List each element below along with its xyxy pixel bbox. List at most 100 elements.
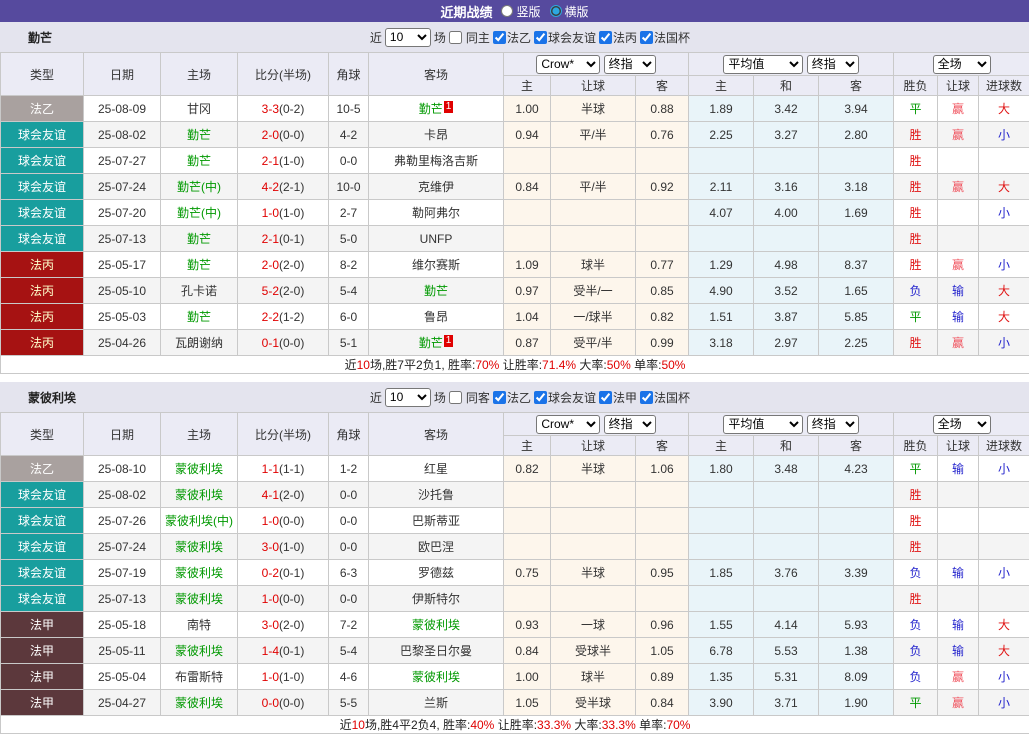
match-row: 球会友谊25-07-19蒙彼利埃0-2(0-1)6-3罗德兹0.75半球0.95… bbox=[1, 560, 1029, 586]
asian-home-odds bbox=[504, 226, 551, 252]
goals-result: 大 bbox=[979, 278, 1029, 304]
result-char: 胜 bbox=[910, 258, 922, 272]
league-filter-checkbox[interactable] bbox=[534, 31, 547, 44]
score-fulltime: 2-1 bbox=[262, 232, 279, 246]
league-filter[interactable]: 法甲 bbox=[599, 389, 637, 406]
league-filter[interactable]: 球会友谊 bbox=[534, 389, 596, 406]
score-cell: 5-2(2-0) bbox=[238, 278, 329, 304]
asian-away-odds bbox=[636, 586, 689, 612]
corner-count: 4-2 bbox=[329, 122, 369, 148]
league-filter-checkbox[interactable] bbox=[599, 31, 612, 44]
league-filter-checkbox[interactable] bbox=[493, 391, 506, 404]
goals-result bbox=[979, 586, 1029, 612]
away-team: 勤芒1 bbox=[369, 330, 504, 356]
result-char: 胜 bbox=[910, 180, 922, 194]
league-filter[interactable]: 法丙 bbox=[599, 29, 637, 46]
euro-home-odds bbox=[689, 482, 754, 508]
league-filter[interactable]: 法国杯 bbox=[640, 29, 690, 46]
asian-handicap-line: 球半 bbox=[551, 252, 636, 278]
euro-odds-index-select[interactable]: 终指 bbox=[807, 415, 859, 434]
asian-handicap-line: 受半球 bbox=[551, 690, 636, 716]
euro-draw-odds bbox=[754, 534, 819, 560]
asian-home-odds bbox=[504, 482, 551, 508]
layout-radio-vertical[interactable] bbox=[501, 5, 513, 17]
score-halftime: (0-1) bbox=[279, 232, 304, 246]
league-filter-checkbox[interactable] bbox=[534, 391, 547, 404]
league-filter-checkbox[interactable] bbox=[493, 31, 506, 44]
summary-highlight: 40% bbox=[470, 718, 494, 732]
asian-odds-index-select[interactable]: 终指 bbox=[604, 55, 656, 74]
league-filter[interactable]: 球会友谊 bbox=[534, 29, 596, 46]
score-fulltime: 1-0 bbox=[262, 670, 279, 684]
summary-text: 场,胜4平2负4, 胜率: bbox=[365, 718, 470, 732]
corner-count: 10-5 bbox=[329, 96, 369, 122]
outcome-result: 胜 bbox=[894, 534, 938, 560]
score-halftime: (0-0) bbox=[279, 592, 304, 606]
match-row: 球会友谊25-07-13勤芒2-1(0-1)5-0UNFP胜 bbox=[1, 226, 1029, 252]
score-cell: 2-1(1-0) bbox=[238, 148, 329, 174]
goals-result: 小 bbox=[979, 330, 1029, 356]
league-badge: 球会友谊 bbox=[1, 586, 84, 612]
match-row: 球会友谊25-07-26蒙彼利埃(中)1-0(0-0)0-0巴斯蒂亚胜 bbox=[1, 508, 1029, 534]
recent-count-select[interactable]: 10 bbox=[385, 388, 431, 407]
col-header-asian-line: 让球 bbox=[551, 76, 636, 96]
team-label: 勤芒 bbox=[187, 232, 211, 246]
asian-home-odds bbox=[504, 534, 551, 560]
same-venue-checkbox[interactable] bbox=[449, 391, 462, 404]
corner-count: 5-1 bbox=[329, 330, 369, 356]
team-label: 蒙彼利埃 bbox=[175, 696, 223, 710]
score-cell: 2-0(0-0) bbox=[238, 122, 329, 148]
away-team: 蒙彼利埃 bbox=[369, 664, 504, 690]
euro-odds-source-select[interactable]: 平均值 bbox=[723, 415, 803, 434]
league-filter[interactable]: 法国杯 bbox=[640, 389, 690, 406]
asian-odds-source-select[interactable]: Crow* bbox=[536, 55, 600, 74]
euro-draw-odds: 4.14 bbox=[754, 612, 819, 638]
page-title: 近期战绩 bbox=[440, 2, 492, 21]
home-team: 布雷斯特 bbox=[161, 664, 238, 690]
euro-away-odds bbox=[819, 148, 894, 174]
goals-result bbox=[979, 534, 1029, 560]
score-cell: 3-0(2-0) bbox=[238, 612, 329, 638]
away-team: 巴黎圣日尔曼 bbox=[369, 638, 504, 664]
league-badge: 法丙 bbox=[1, 330, 84, 356]
league-filter-checkbox[interactable] bbox=[640, 391, 653, 404]
layout-option-horizontal[interactable]: 横版 bbox=[550, 3, 589, 20]
result-scope-select[interactable]: 全场 bbox=[933, 55, 991, 74]
col-header-asian-away: 客 bbox=[636, 76, 689, 96]
team-section-leman: 勤芒 近 10 场 同主 法乙 球会友谊 法丙 法国杯 类型 日期 主场 比分(… bbox=[0, 22, 1029, 374]
result-scope-select[interactable]: 全场 bbox=[933, 415, 991, 434]
match-date: 25-04-26 bbox=[84, 330, 161, 356]
asian-home-odds: 0.93 bbox=[504, 612, 551, 638]
asian-handicap-line: 受半/一 bbox=[551, 278, 636, 304]
league-filter-checkbox[interactable] bbox=[640, 31, 653, 44]
layout-option-vertical[interactable]: 竖版 bbox=[501, 3, 540, 20]
asian-odds-index-select[interactable]: 终指 bbox=[604, 415, 656, 434]
league-filter-checkbox[interactable] bbox=[599, 391, 612, 404]
league-filter[interactable]: 法乙 bbox=[493, 29, 531, 46]
result-char: 小 bbox=[998, 696, 1010, 710]
euro-away-odds: 2.80 bbox=[819, 122, 894, 148]
layout-radio-horizontal[interactable] bbox=[550, 5, 562, 17]
same-venue-label: 同客 bbox=[466, 389, 490, 406]
recent-count-select[interactable]: 10 bbox=[385, 28, 431, 47]
asian-odds-source-select[interactable]: Crow* bbox=[536, 415, 600, 434]
asian-away-odds: 0.89 bbox=[636, 664, 689, 690]
away-team: 红星 bbox=[369, 456, 504, 482]
asian-home-odds: 0.94 bbox=[504, 122, 551, 148]
result-char: 赢 bbox=[952, 102, 964, 116]
match-date: 25-05-03 bbox=[84, 304, 161, 330]
same-venue-checkbox[interactable] bbox=[449, 31, 462, 44]
euro-odds-index-select[interactable]: 终指 bbox=[807, 55, 859, 74]
home-team: 蒙彼利埃(中) bbox=[161, 508, 238, 534]
asian-home-odds: 0.75 bbox=[504, 560, 551, 586]
euro-odds-source-select[interactable]: 平均值 bbox=[723, 55, 803, 74]
match-date: 25-05-11 bbox=[84, 638, 161, 664]
euro-away-odds: 3.39 bbox=[819, 560, 894, 586]
home-team: 蒙彼利埃 bbox=[161, 560, 238, 586]
handicap-result: 输 bbox=[938, 278, 979, 304]
league-badge: 球会友谊 bbox=[1, 534, 84, 560]
col-header-home: 主场 bbox=[161, 413, 238, 456]
league-filter[interactable]: 法乙 bbox=[493, 389, 531, 406]
corner-count: 0-0 bbox=[329, 482, 369, 508]
col-header-asian-home: 主 bbox=[504, 76, 551, 96]
